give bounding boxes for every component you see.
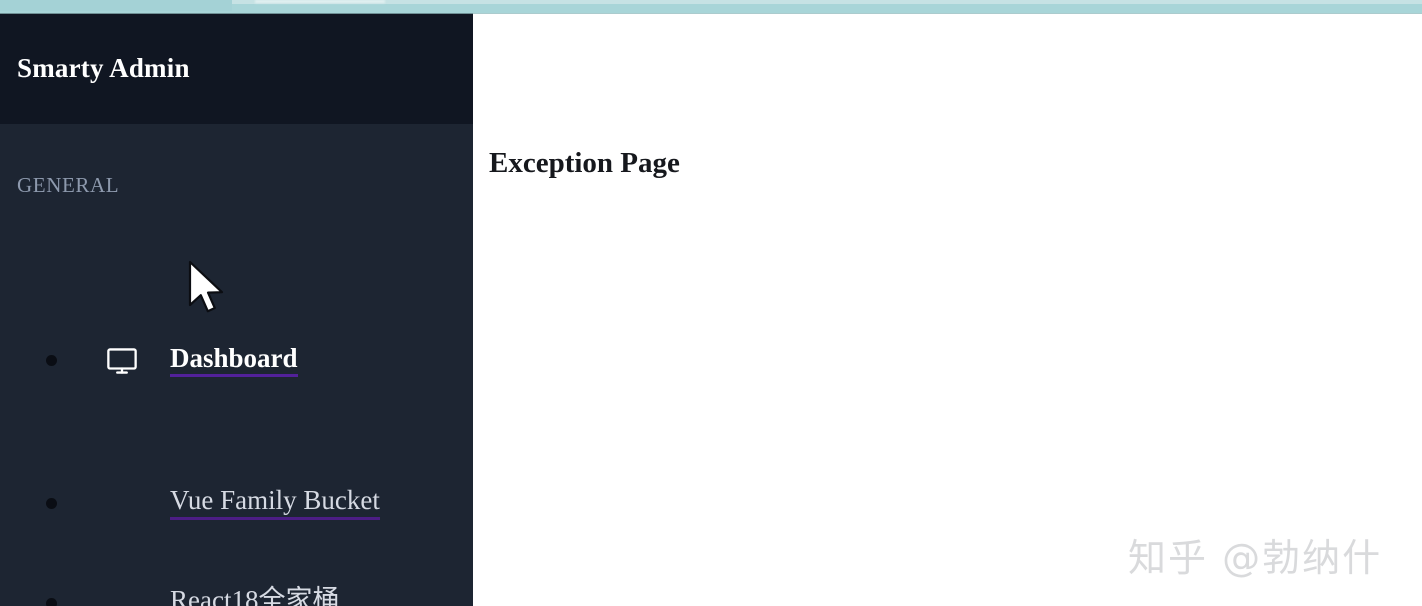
main-content: Exception Page xyxy=(473,13,1422,606)
sidebar-item-react18[interactable]: React18全家桶 xyxy=(0,553,473,606)
list-bullet-icon xyxy=(46,497,57,509)
list-bullet-icon xyxy=(46,355,57,366)
browser-chrome-band-left xyxy=(0,0,232,11)
sidebar-item-label-react18[interactable]: React18全家桶 xyxy=(170,586,339,606)
sidebar-item-label-vue-family-bucket[interactable]: Vue Family Bucket xyxy=(170,486,380,520)
sidebar-header: Smarty Admin xyxy=(0,13,473,124)
watermark: 知乎 @勃纳什 xyxy=(1128,536,1383,580)
application-window: Smarty Admin GENERAL Dashboard Vue Famil… xyxy=(0,0,1422,606)
sidebar-nav-list: Dashboard Vue Family Bucket React18全家桶 xyxy=(0,268,473,606)
brand-title: Smarty Admin xyxy=(17,53,190,83)
sidebar-section-label: GENERAL xyxy=(17,173,120,197)
browser-chrome-highlight xyxy=(255,0,385,3)
monitor-icon xyxy=(105,346,139,376)
sidebar-item-vue-family-bucket[interactable]: Vue Family Bucket xyxy=(0,453,473,553)
browser-chrome-tab-strip[interactable] xyxy=(232,0,1422,4)
page-title: Exception Page xyxy=(489,147,680,179)
sidebar: Smarty Admin GENERAL Dashboard Vue Famil… xyxy=(0,13,473,606)
sidebar-item-dashboard[interactable]: Dashboard xyxy=(0,268,473,453)
sidebar-item-label-dashboard[interactable]: Dashboard xyxy=(170,344,298,378)
list-bullet-icon xyxy=(46,597,57,606)
